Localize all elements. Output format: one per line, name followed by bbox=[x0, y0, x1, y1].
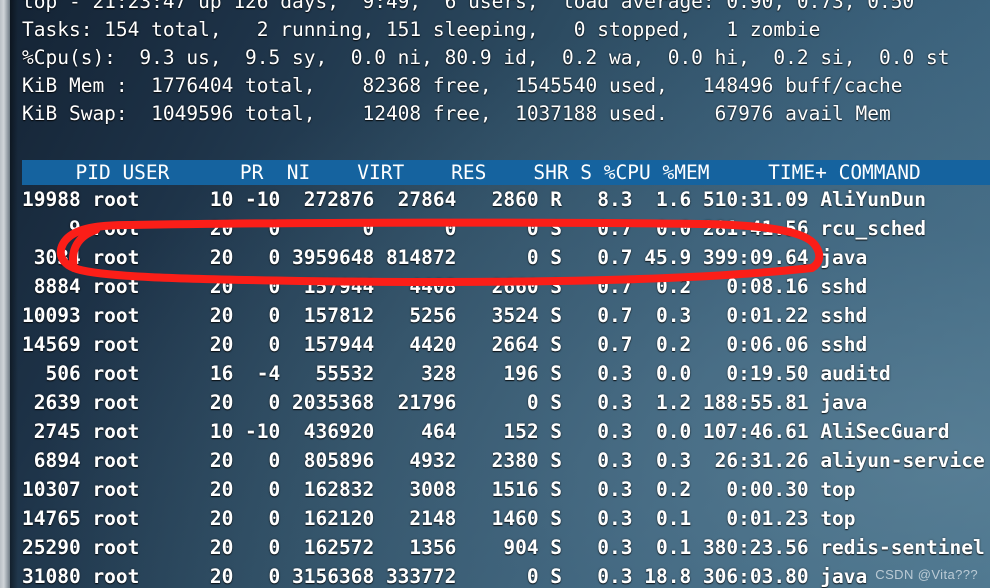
process-row-10093[interactable]: 10093 root 20 0 157812 5256 3524 S 0.7 0… bbox=[0, 301, 990, 330]
process-row-19988[interactable]: 19988 root 10 -10 272876 27864 2860 R 8.… bbox=[0, 185, 990, 214]
process-row-2639[interactable]: 2639 root 20 0 2035368 21796 0 S 0.3 1.2… bbox=[0, 388, 990, 417]
summary-mem-line: KiB Mem : 1776404 total, 82368 free, 154… bbox=[22, 74, 903, 97]
process-row-14765[interactable]: 14765 root 20 0 162120 2148 1460 S 0.3 0… bbox=[0, 504, 990, 533]
summary-cpu-line: %Cpu(s): 9.3 us, 9.5 sy, 0.0 ni, 80.9 id… bbox=[22, 46, 950, 69]
process-table: PID USER PR NI VIRT RES SHR S %CPU %MEM … bbox=[0, 160, 990, 588]
window-left-edge-strip[interactable] bbox=[0, 0, 10, 588]
process-row-25290[interactable]: 25290 root 20 0 162572 1356 904 S 0.3 0.… bbox=[0, 533, 990, 562]
terminal-screen: top - 21:23:47 up 126 days, 9:49, 6 user… bbox=[0, 0, 990, 588]
summary-tasks-line: Tasks: 154 total, 2 running, 151 sleepin… bbox=[22, 18, 821, 41]
process-row-9[interactable]: 9 root 20 0 0 0 0 S 0.7 0.0 281:41.56 rc… bbox=[0, 214, 990, 243]
process-row-10307[interactable]: 10307 root 20 0 162832 3008 1516 S 0.3 0… bbox=[0, 475, 990, 504]
process-table-header-bar[interactable]: PID USER PR NI VIRT RES SHR S %CPU %MEM … bbox=[22, 160, 990, 185]
process-table-header-row: PID USER PR NI VIRT RES SHR S %CPU %MEM … bbox=[52, 161, 921, 184]
process-row-2745[interactable]: 2745 root 10 -10 436920 464 152 S 0.3 0.… bbox=[0, 417, 990, 446]
summary-uptime-line: top - 21:23:47 up 126 days, 9:49, 6 user… bbox=[22, 0, 915, 13]
process-row-3034[interactable]: 3034 root 20 0 3959648 814872 0 S 0.7 45… bbox=[0, 243, 990, 272]
summary-swap-line: KiB Swap: 1049596 total, 12408 free, 103… bbox=[22, 102, 891, 125]
top-summary-block: top - 21:23:47 up 126 days, 9:49, 6 user… bbox=[0, 0, 990, 128]
process-row-31080[interactable]: 31080 root 20 0 3156368 333772 0 S 0.3 1… bbox=[0, 562, 990, 588]
window-left-edge-shadow bbox=[10, 0, 18, 588]
process-row-14569[interactable]: 14569 root 20 0 157944 4420 2664 S 0.7 0… bbox=[0, 330, 990, 359]
process-row-506[interactable]: 506 root 16 -4 55532 328 196 S 0.3 0.0 0… bbox=[0, 359, 990, 388]
process-row-8884[interactable]: 8884 root 20 0 157944 4408 2660 S 0.7 0.… bbox=[0, 272, 990, 301]
process-table-body: 19988 root 10 -10 272876 27864 2860 R 8.… bbox=[0, 185, 990, 588]
csdn-watermark: CSDN @Vita??? bbox=[875, 567, 978, 582]
process-row-6894[interactable]: 6894 root 20 0 805896 4932 2380 S 0.3 0.… bbox=[0, 446, 990, 475]
